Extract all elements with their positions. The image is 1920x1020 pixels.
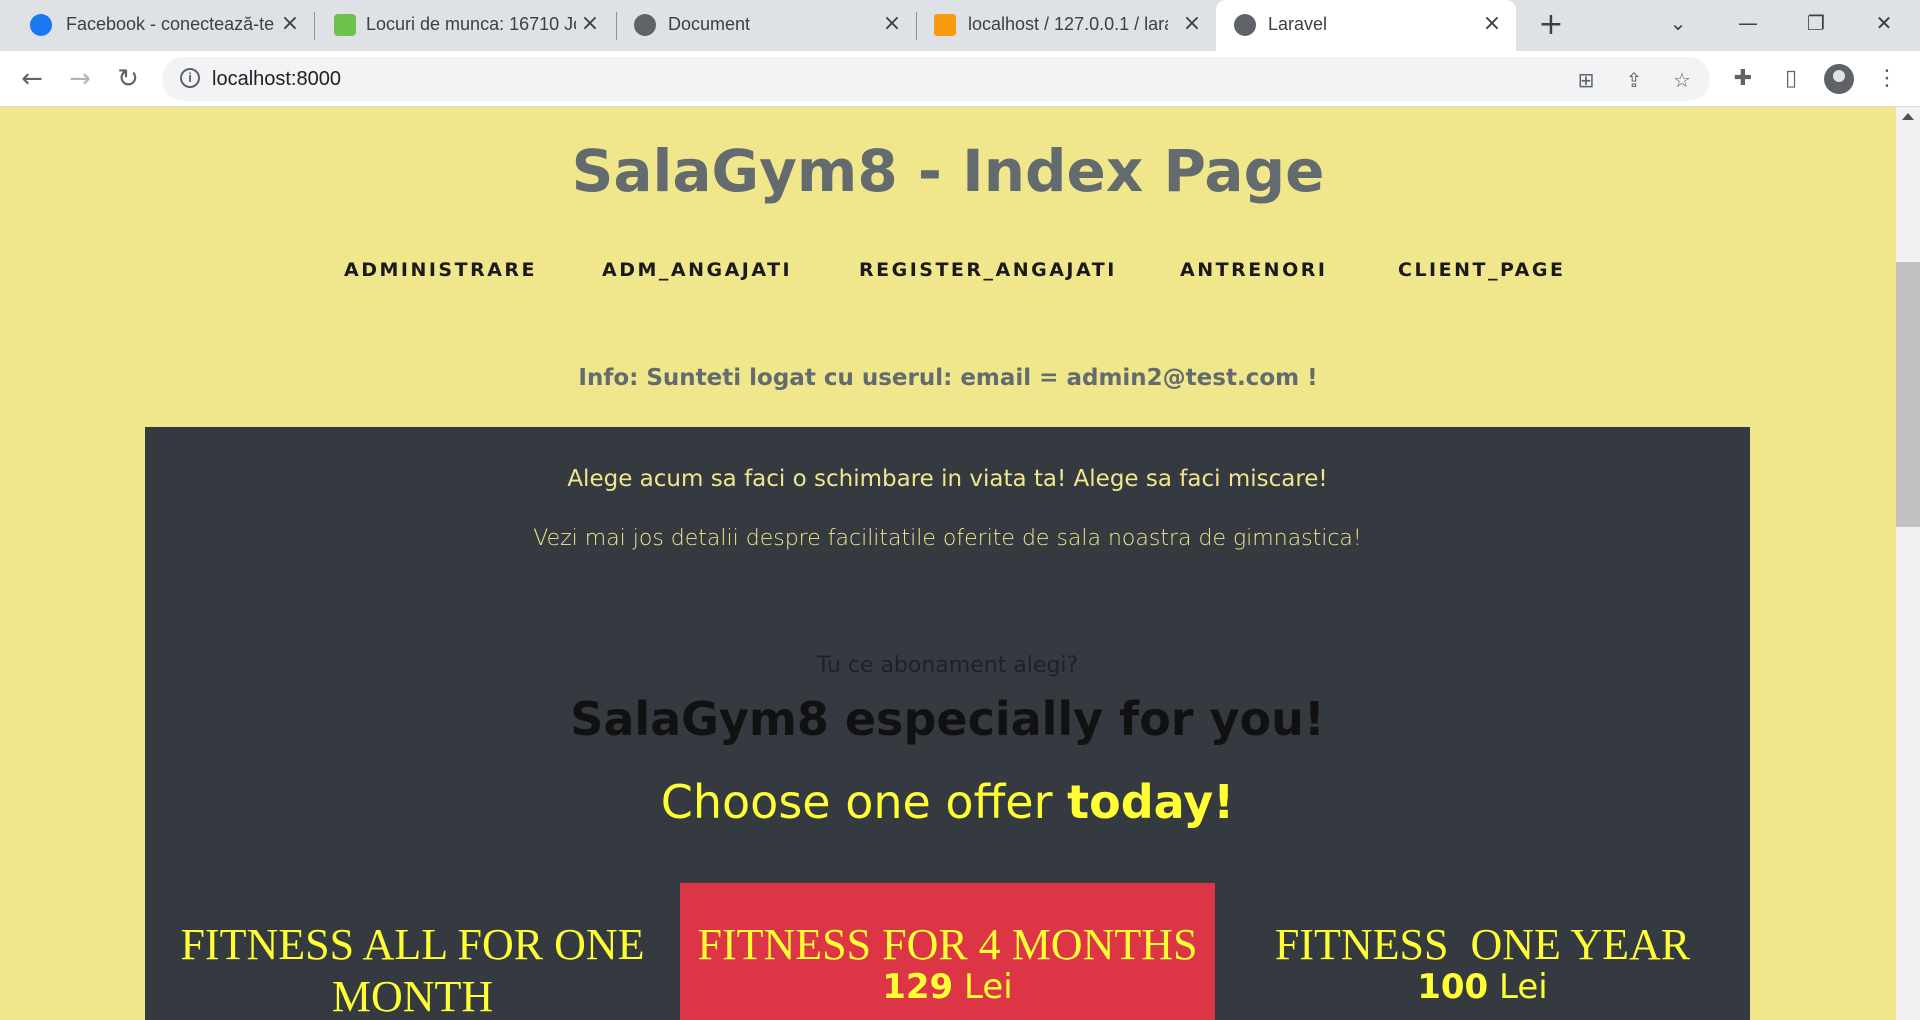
price-value: 100 <box>1417 967 1489 1007</box>
close-icon[interactable]: × <box>278 12 302 36</box>
tab-title: Facebook - conectează-te <box>66 14 275 34</box>
close-icon[interactable]: × <box>578 12 602 36</box>
offer-price: 129 Lei <box>680 967 1215 1007</box>
page-title: SalaGym8 - Index Page <box>571 137 1325 205</box>
url-text[interactable]: localhost:8000 <box>212 68 341 91</box>
site-info-icon[interactable]: i <box>180 68 200 88</box>
close-icon[interactable]: × <box>880 12 904 36</box>
profile-avatar[interactable] <box>1824 64 1854 94</box>
scroll-up-arrow-icon[interactable] <box>1902 113 1914 120</box>
translate-icon[interactable]: ⊞ <box>1574 68 1598 92</box>
offers-panel: Alege acum sa faci o schimbare in viata … <box>145 427 1750 1020</box>
bestjobs-icon <box>334 14 356 36</box>
close-icon[interactable]: × <box>1480 12 1504 36</box>
nav-link-register-angajati[interactable]: REGISTER_ANGAJATI <box>859 259 1117 281</box>
tab-strip: Facebook - conectează-te × Locuri de mun… <box>0 0 1920 51</box>
promo-line: Alege acum sa faci o schimbare in viata … <box>567 466 1328 492</box>
extensions-icon[interactable]: ✚ <box>1730 66 1756 92</box>
offers-heading: SalaGym8 especially for you! <box>570 692 1325 746</box>
nav-link-antrenori[interactable]: ANTRENORI <box>1180 259 1327 281</box>
tab-search-icon[interactable]: ⌄ <box>1658 8 1698 38</box>
forward-button[interactable]: → <box>64 63 96 95</box>
offer-title: FITNESS ONE YEAR <box>1274 920 1691 969</box>
scroll-thumb[interactable] <box>1896 262 1920 527</box>
globe-icon <box>634 14 656 36</box>
globe-icon <box>1234 14 1256 36</box>
restore-button[interactable]: ❐ <box>1796 8 1836 38</box>
nav-link-client-page[interactable]: CLIENT_PAGE <box>1398 259 1565 281</box>
price-value: 129 <box>882 967 954 1007</box>
subscription-question: Tu ce abonament alegi? <box>816 653 1079 678</box>
offer-card-one-year[interactable]: FITNESS ONE YEAR 100 Lei <box>1215 883 1750 1020</box>
share-icon[interactable]: ⇪ <box>1622 68 1646 92</box>
close-window-button[interactable]: ✕ <box>1864 8 1904 38</box>
minimize-button[interactable]: — <box>1728 8 1768 38</box>
back-button[interactable]: ← <box>16 63 48 95</box>
tab-title: localhost / 127.0.0.1 / laravel <box>968 14 1168 34</box>
offer-card-4-months[interactable]: FITNESS FOR 4 MONTHS 129 Lei <box>680 883 1215 1020</box>
tab-facebook[interactable]: Facebook - conectează-te × <box>0 0 312 51</box>
price-currency: Lei <box>1499 967 1548 1007</box>
close-icon[interactable]: × <box>1180 12 1204 36</box>
reload-button[interactable]: ↻ <box>112 63 144 95</box>
offers-subheading: Choose one offer today! <box>145 775 1750 829</box>
tab-title: Laravel <box>1268 14 1328 34</box>
phpmyadmin-icon <box>934 14 956 36</box>
tab-title: Document <box>668 14 751 34</box>
offer-card-one-month[interactable]: FITNESS ALL FOR ONE MONTH <box>145 883 680 1020</box>
facebook-icon <box>30 14 52 36</box>
bookmark-star-icon[interactable]: ☆ <box>1670 68 1694 92</box>
promo-details: Vezi mai jos detalii despre facilitatile… <box>533 526 1362 551</box>
price-currency: Lei <box>964 967 1013 1007</box>
page-scrollbar[interactable] <box>1896 107 1920 1020</box>
tab-bestjobs[interactable]: Locuri de munca: 16710 Jobs × <box>314 0 614 51</box>
offer-emphasis: today! <box>1067 775 1235 829</box>
tab-title: Locuri de munca: 16710 Jobs <box>366 14 576 34</box>
page-content: SalaGym8 - Index Page ADMINISTRARE ADM_A… <box>0 107 1896 1020</box>
login-info: Info: Sunteti logat cu userul: email = a… <box>578 365 1318 391</box>
new-tab-button[interactable]: + <box>1536 10 1566 40</box>
offer-title: FITNESS FOR 4 MONTHS <box>697 920 1198 969</box>
tab-phpmyadmin[interactable]: localhost / 127.0.0.1 / laravel × <box>916 0 1216 51</box>
offer-prefix: Choose one offer <box>660 775 1053 829</box>
tab-laravel[interactable]: Laravel × <box>1216 0 1516 51</box>
nav-link-administrare[interactable]: ADMINISTRARE <box>344 259 537 281</box>
browser-toolbar: ← → ↻ i localhost:8000 ⊞ ⇪ ☆ ✚ ▯ ⋮ <box>0 51 1920 107</box>
offer-price: 100 Lei <box>1215 967 1750 1007</box>
side-panel-icon[interactable]: ▯ <box>1778 66 1804 92</box>
address-bar[interactable]: i localhost:8000 ⊞ ⇪ ☆ <box>162 57 1710 101</box>
offer-title: FITNESS ALL FOR ONE MONTH <box>180 920 645 1020</box>
nav-link-adm-angajati[interactable]: ADM_ANGAJATI <box>602 259 792 281</box>
tab-document[interactable]: Document × <box>616 0 916 51</box>
menu-icon[interactable]: ⋮ <box>1874 66 1900 92</box>
